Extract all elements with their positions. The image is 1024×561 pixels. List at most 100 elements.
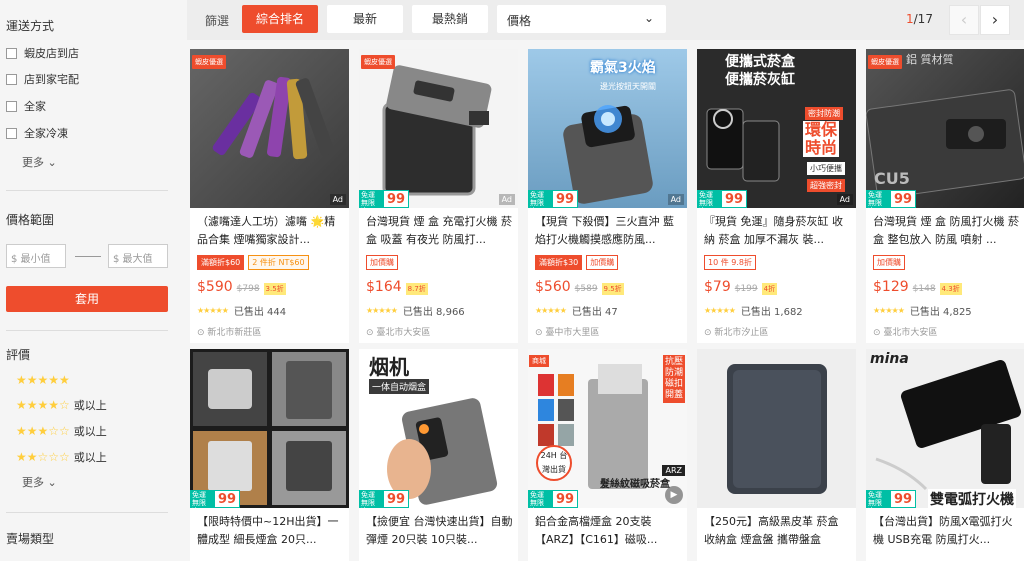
product-card[interactable]: 烟机 一体自动烟盒 免運 無限次99 【撿便宜 台灣快速出貨】自動彈煙 20只裝…: [359, 349, 518, 561]
rating-5-stars[interactable]: ★★★★★: [16, 373, 70, 387]
image-side-text: 抗壓防潮磁扣開蓋: [663, 355, 685, 403]
discount-badge: 4.3折: [939, 283, 962, 295]
promo-tag: 2 件折 NT$60: [248, 255, 309, 270]
rating-stars: ★★★★★: [197, 306, 229, 315]
checkbox[interactable]: [6, 100, 17, 112]
promo-tag: 加價購: [366, 255, 398, 270]
chevron-down-icon: ⌄: [47, 156, 57, 169]
product-title: 台灣現貨 煙 盒 充電打火機 菸盒 吸蓋 有夜光 防風打...: [366, 215, 512, 246]
ad-label: Ad: [667, 194, 684, 205]
product-title: 【限時特價中~12H出貨】一體成型 細長煙盒 20只...: [197, 515, 339, 546]
sort-relevance-button[interactable]: 綜合排名: [242, 5, 318, 33]
min-price-input[interactable]: $ 最小值: [6, 244, 66, 268]
product-image: 蝦皮優選 免運 無限次99 Ad: [359, 49, 518, 208]
sold-count: 已售出 4,825: [909, 307, 972, 318]
product-card[interactable]: 便攜式菸盒便攜菸灰缸 密封防潮 環保時尚 小巧便攜 超強密封 免運 無限次99 …: [697, 49, 856, 343]
sold-count: 已售出 8,966: [402, 307, 465, 318]
chevron-right-icon: ›: [991, 10, 999, 29]
location: ⊙ 臺中市大里區: [535, 328, 600, 338]
free-shipping-badge: 免運 無限次99: [359, 190, 410, 208]
discount-badge: 8.7折: [405, 283, 428, 295]
shipping-option-home-delivery[interactable]: 店到家宅配: [6, 71, 79, 87]
product-card[interactable]: 免運 無限次99 【限時特價中~12H出貨】一體成型 細長煙盒 20只...: [190, 349, 349, 561]
product-image: 免運 無限次99: [190, 349, 349, 508]
video-play-icon[interactable]: ▶: [665, 486, 683, 504]
product-card[interactable]: 鋁 質材質 CU5 蝦皮優選 免運 無限次99 台灣現貨 煙 盒 防風打火機 菸…: [866, 49, 1024, 343]
product-card[interactable]: 【250元】高級黑皮革 菸盒 收納盒 煙盒盤 攜帶盤盒: [697, 349, 856, 561]
rating-more-link[interactable]: 更多 ⌄: [22, 474, 57, 490]
rating-filter-title: 評價: [6, 348, 31, 362]
checkbox[interactable]: [6, 73, 17, 85]
star-icons: ★★★★☆: [16, 398, 70, 412]
sold-count: 已售出 444: [233, 307, 287, 318]
location-pin-icon: ⊙: [366, 328, 374, 338]
price-filter-title: 價格範圍: [6, 213, 55, 227]
location: ⊙ 臺北市大安區: [873, 328, 938, 338]
page-indicator: 1/17: [906, 12, 933, 26]
shipping-option-shopee-store[interactable]: 蝦皮店到店: [6, 45, 79, 61]
checkbox[interactable]: [6, 47, 17, 59]
discount-badge: 4折: [761, 283, 778, 295]
promo-tag: 10 件 9.8折: [704, 255, 756, 270]
product-image: 鋁 質材質 CU5 蝦皮優選 免運 無限次99: [866, 49, 1024, 208]
shipping-option-familymart-frozen[interactable]: 全家冷凍: [6, 125, 68, 141]
star-icons: ★★☆☆☆: [16, 450, 70, 464]
image-badge: 24H 台灣出貨: [536, 445, 572, 481]
sold-count: 已售出 1,682: [740, 307, 803, 318]
sort-top-sales-button[interactable]: 最熱銷: [412, 5, 488, 33]
discount-badge: 3.5折: [263, 283, 286, 295]
rating-2-and-up[interactable]: ★★☆☆☆ 或以上: [16, 450, 107, 464]
product-title: 【撿便宜 台灣快速出貨】自動彈煙 20只裝 10只裝...: [366, 515, 513, 546]
product-card[interactable]: 蝦皮優選 免運 無限次99 Ad 台灣現貨 煙 盒 充電打火機 菸盒 吸蓋 有夜…: [359, 49, 518, 343]
promo-tag: 滿額折$60: [197, 255, 245, 270]
image-headline: 霸氣3火焰: [590, 60, 656, 76]
free-shipping-badge: 免運 無限次99: [528, 190, 579, 208]
shipping-option-familymart[interactable]: 全家: [6, 98, 46, 114]
product-card[interactable]: 蝦皮優選 Ad （濾嘴達人工坊）濾嘴 🌟精品合集 煙嘴獨家設計... 滿額折$6…: [190, 49, 349, 343]
divider: [6, 512, 168, 513]
product-card[interactable]: 商城 抗壓防潮磁扣開蓋 24H 台灣出貨 ARZ 髮絲紋磁吸菸盒 免運 無限次9…: [528, 349, 687, 561]
image-badge: 小巧便攜: [807, 162, 845, 175]
rating-stars: ★★★★★: [535, 306, 567, 315]
sort-latest-button[interactable]: 最新: [327, 5, 403, 33]
chevron-down-icon: ⌄: [47, 476, 57, 489]
rating-stars: ★★★★★: [873, 306, 905, 315]
apply-price-button[interactable]: 套用: [6, 286, 168, 312]
product-title: 台灣現貨 煙 盒 防風打火機 菸盒 整包放入 防風 噴射 ...: [873, 215, 1019, 246]
product-card[interactable]: 霸氣3火焰 邊光按鈕天開關 免運 無限次99 Ad 【現貨 下殺價】三火直沖 藍…: [528, 49, 687, 343]
free-shipping-badge: 免運 無限次99: [866, 490, 917, 508]
filter-sidebar: 運送方式 蝦皮店到店 店到家宅配 全家 全家冷凍 更多 ⌄ 價格範圍 $ 最小值…: [0, 0, 182, 561]
original-price: $798: [236, 284, 260, 294]
original-price: $199: [734, 284, 758, 294]
rating-4-and-up[interactable]: ★★★★☆ 或以上: [16, 398, 107, 412]
ad-label: Ad: [498, 194, 515, 205]
product-card[interactable]: mina 雙電弧打火機 免運 無限次99 【台灣出貨】防風X電弧打火機 USB充…: [866, 349, 1024, 561]
location-pin-icon: ⊙: [873, 328, 881, 338]
sort-price-select[interactable]: 價格 ⌄: [497, 5, 666, 33]
shipping-filter-title: 運送方式: [6, 19, 55, 33]
rating-3-and-up[interactable]: ★★★☆☆ 或以上: [16, 424, 107, 438]
product-image: 蝦皮優選 Ad: [190, 49, 349, 208]
free-shipping-badge: 免運 無限次99: [697, 190, 748, 208]
hand-case-image: [387, 398, 498, 505]
prev-page-button[interactable]: ‹: [949, 5, 979, 35]
checkbox[interactable]: [6, 127, 17, 139]
max-price-input[interactable]: $ 最大值: [108, 244, 168, 268]
filter-tips-image: [212, 76, 335, 160]
divider: [6, 190, 168, 191]
product-image: [697, 349, 856, 508]
divider: [6, 330, 168, 331]
free-shipping-badge: 免運 無限次99: [866, 190, 917, 208]
price-range-dash: [75, 256, 101, 257]
next-page-button[interactable]: ›: [980, 5, 1010, 35]
product-price: $129: [873, 279, 909, 295]
free-shipping-badge: 免運 無限次99: [190, 490, 241, 508]
free-shipping-badge: 免運 無限次99: [359, 490, 410, 508]
product-title: 【台灣出貨】防風X電弧打火機 USB充電 防風打火...: [873, 515, 1013, 546]
shipping-more-link[interactable]: 更多 ⌄: [22, 154, 57, 170]
product-price: $79: [704, 279, 731, 295]
sort-label: 篩選: [205, 14, 230, 28]
electric-lighter-image: [875, 360, 1022, 491]
preferred-badge: 蝦皮優選: [361, 55, 395, 69]
image-brand-text: CU5: [874, 169, 910, 188]
